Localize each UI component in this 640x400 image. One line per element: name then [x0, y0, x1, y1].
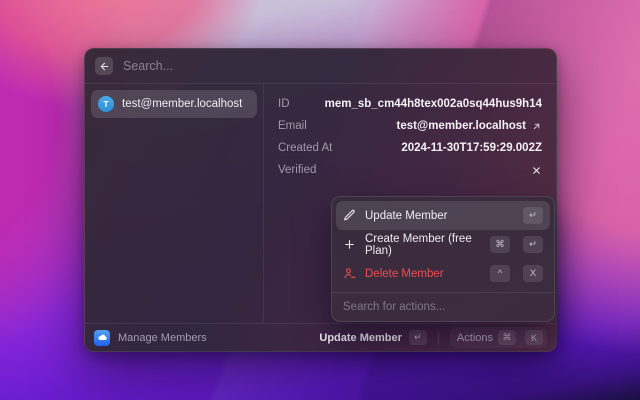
actions-menu-list: Update Member ↵ Create Member (free Plan…	[332, 197, 554, 292]
footer-primary-action-button[interactable]: Update Member ↵	[319, 330, 427, 345]
x-keycap: X	[523, 265, 543, 282]
primary-action-label: Update Member	[319, 331, 402, 344]
enter-keycap: ↵	[523, 207, 543, 224]
action-item-create-member[interactable]: Create Member (free Plan) ⌘ ↵	[336, 230, 550, 259]
back-arrow-icon	[99, 61, 110, 72]
not-verified-x-icon	[531, 165, 542, 176]
footer-divider	[437, 330, 439, 345]
cmd-keycap: ⌘	[490, 236, 510, 253]
detail-row-id: ID mem_sb_cm44h8tex002a0sq44hus9h14	[278, 93, 542, 115]
command-palette-window: T test@member.localhost ID mem_sb_cm44h8…	[84, 48, 557, 352]
detail-value-id: mem_sb_cm44h8tex002a0sq44hus9h14	[324, 98, 542, 110]
enter-keycap: ↵	[408, 330, 427, 345]
app-name-label: Manage Members	[118, 331, 207, 344]
detail-label: Email	[278, 120, 307, 132]
pencil-icon	[343, 209, 356, 222]
k-keycap: K	[525, 330, 543, 345]
detail-row-verified: Verified	[278, 159, 542, 181]
action-item-update-member[interactable]: Update Member ↵	[336, 201, 550, 230]
user-minus-icon	[343, 267, 356, 280]
actions-button-label: Actions	[456, 331, 493, 344]
results-list: T test@member.localhost	[85, 84, 264, 323]
email-value-text: test@member.localhost	[396, 120, 526, 132]
actions-search-input[interactable]	[343, 301, 543, 313]
detail-label: Created At	[278, 142, 333, 154]
external-link-icon	[531, 121, 542, 132]
actions-search-row	[332, 292, 554, 321]
detail-value-email-link[interactable]: test@member.localhost	[397, 120, 542, 132]
action-label: Update Member	[365, 209, 448, 222]
enter-keycap: ↵	[523, 236, 543, 253]
footer-actions-button[interactable]: Actions ⌘ K	[449, 327, 547, 348]
app-logo-icon	[94, 329, 110, 346]
detail-row-created-at: Created At 2024-11-30T17:59:29.002Z	[278, 137, 542, 159]
actions-menu-popup: Update Member ↵ Create Member (free Plan…	[331, 196, 555, 322]
cmd-keycap: ⌘	[498, 330, 516, 345]
detail-label: Verified	[278, 164, 317, 176]
action-label: Delete Member	[365, 267, 444, 280]
member-avatar: T	[98, 96, 114, 112]
detail-row-email: Email test@member.localhost	[278, 115, 542, 137]
back-button[interactable]	[95, 57, 113, 75]
detail-value-created-at: 2024-11-30T17:59:29.002Z	[401, 142, 542, 154]
action-label: Create Member (free Plan)	[365, 232, 472, 257]
plus-icon	[343, 238, 356, 251]
palette-footer: Manage Members Update Member ↵ Actions ⌘…	[85, 323, 556, 351]
action-item-delete-member[interactable]: Delete Member ^ X	[336, 259, 550, 288]
detail-label: ID	[278, 98, 290, 110]
member-email-label: test@member.localhost	[122, 98, 243, 110]
result-item-member[interactable]: T test@member.localhost	[91, 90, 257, 118]
ctrl-keycap: ^	[490, 265, 510, 282]
search-input[interactable]	[123, 59, 546, 73]
desktop: T test@member.localhost ID mem_sb_cm44h8…	[0, 0, 640, 400]
palette-header	[85, 49, 556, 84]
